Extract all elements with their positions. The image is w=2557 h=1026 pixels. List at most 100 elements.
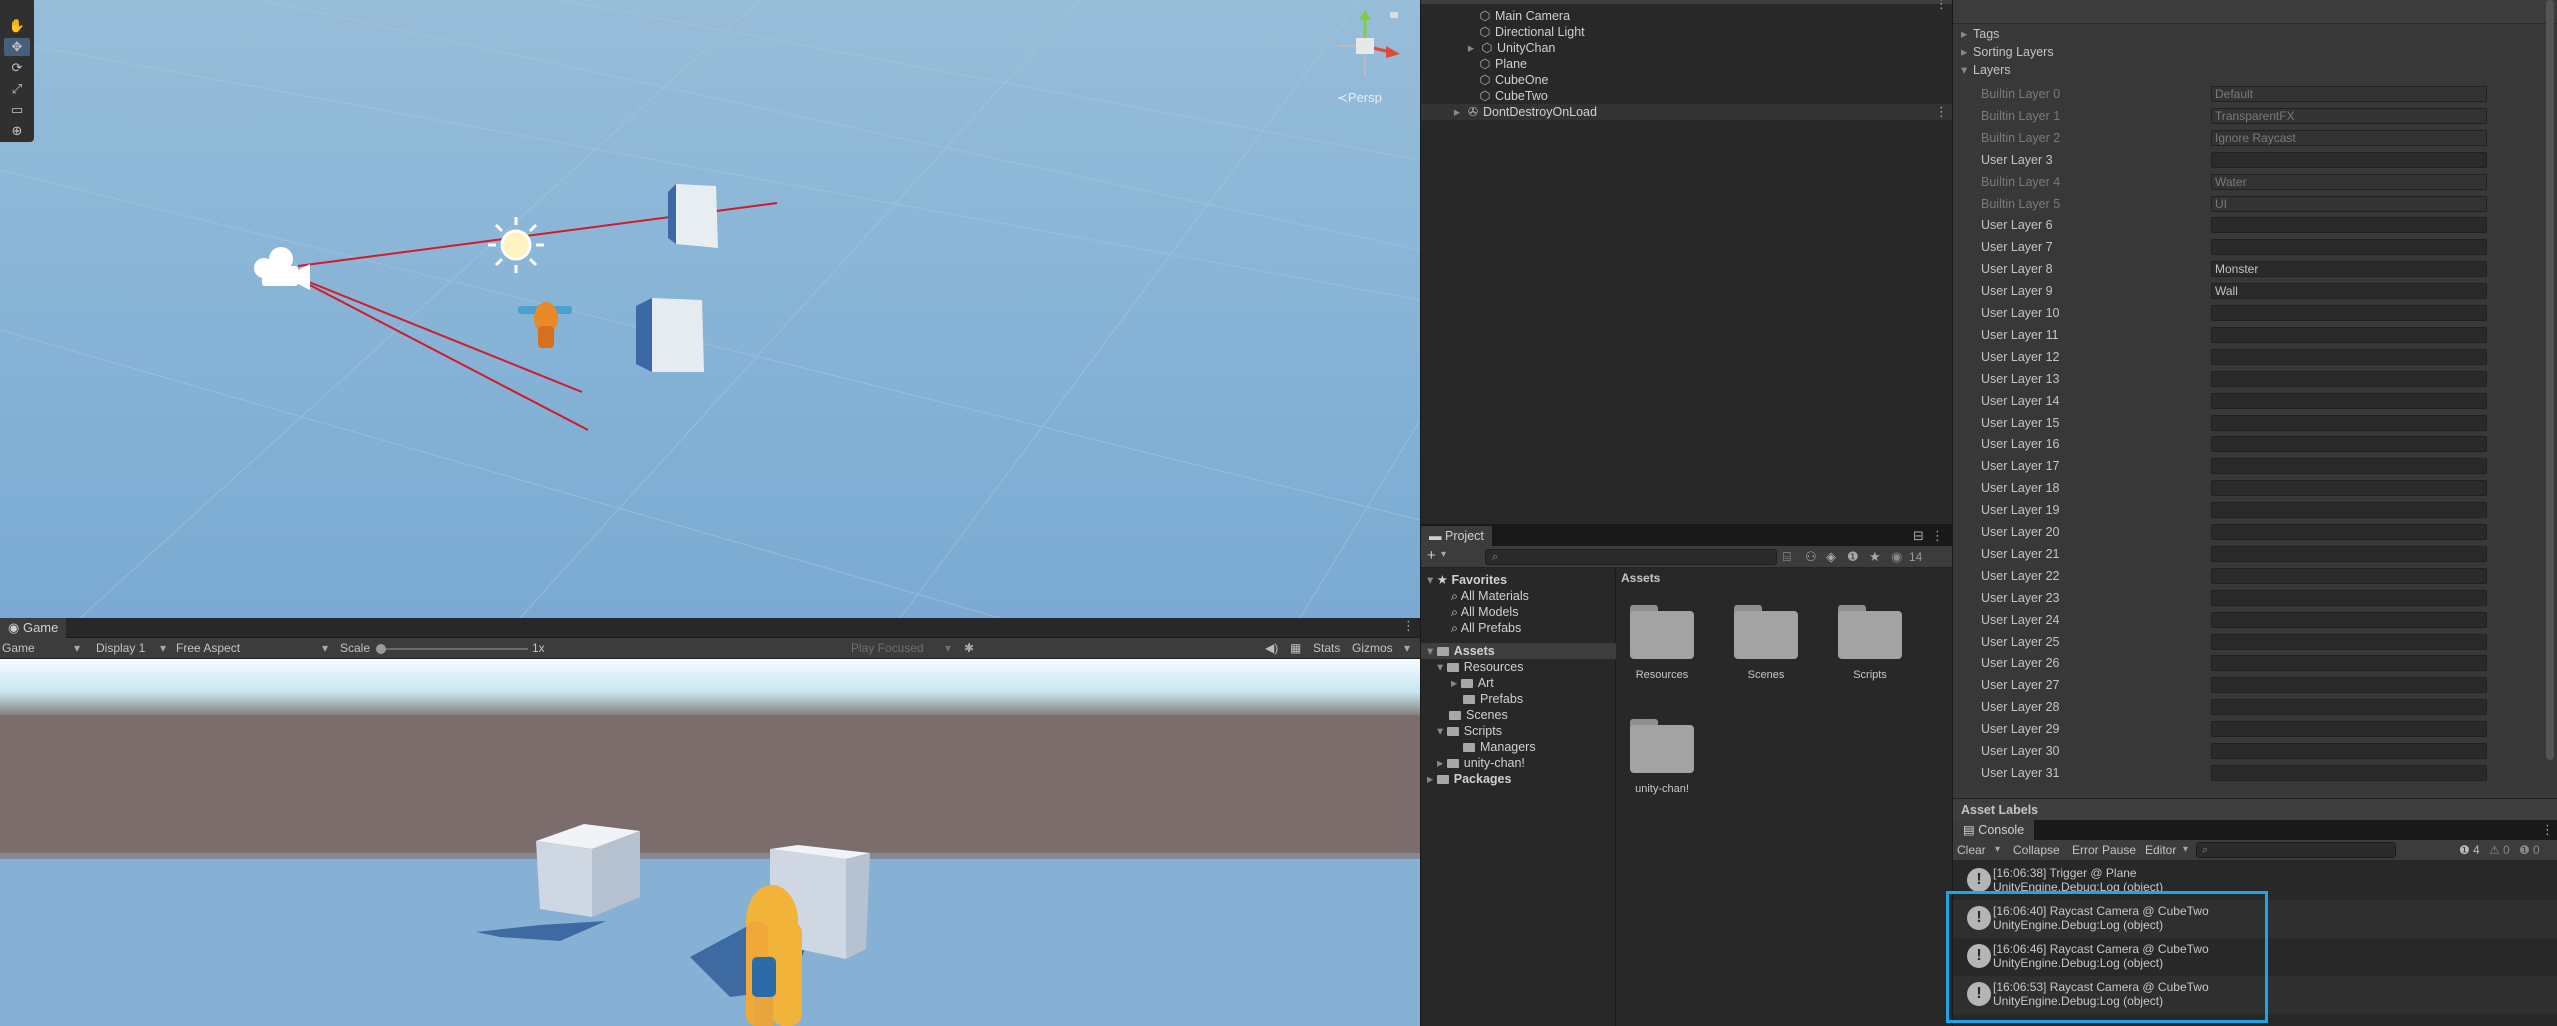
favorite-item[interactable]: ⌕ All Materials [1421,588,1616,604]
bug-icon[interactable]: ✱ [964,638,974,659]
keyboard-icon[interactable]: ▦ [1290,638,1301,659]
folder-item[interactable]: Managers [1421,739,1616,755]
layer-name-field[interactable] [2211,151,2487,168]
layer-name-field[interactable]: Wall [2211,283,2487,300]
layer-name-field[interactable] [2211,524,2487,540]
cube-two-object[interactable] [636,298,704,372]
favorite-item[interactable]: ⌕ All Prefabs [1421,620,1616,636]
more-menu-icon[interactable]: ⋮ [1402,618,1415,634]
asset-folder[interactable]: unity-chan! [1617,719,1707,795]
rect-tool-icon[interactable]: ▭ [4,101,30,119]
asset-folder[interactable]: Scripts [1825,605,1915,681]
hierarchy-item[interactable]: ⬡ Main Camera [1421,8,1952,24]
layer-name-field[interactable] [2211,305,2487,321]
layer-name-field[interactable] [2211,633,2487,650]
hierarchy-item[interactable]: ⬡ Plane [1421,56,1952,72]
hidden-packages-icon[interactable]: ◉ [1891,549,1902,565]
ddol-more-icon[interactable]: ⋮ [1935,104,1948,120]
more-menu-icon[interactable]: ⋮ [2541,822,2554,838]
tab-game[interactable]: ◉ Game [0,618,67,638]
error-pause-button[interactable]: Error Pause [2072,840,2136,860]
editor-dropdown[interactable]: Editor [2145,840,2176,860]
camera-gizmo-icon[interactable] [254,247,310,290]
collapse-button[interactable]: Collapse [2013,840,2060,860]
folder-item[interactable]: Scenes [1421,707,1616,723]
search-by-label-icon[interactable]: ⚇ [1805,549,1817,565]
expand-arrow-icon[interactable]: ▸ [1465,40,1477,56]
hierarchy-item[interactable]: ⬡ CubeOne [1421,72,1952,88]
layer-name-field[interactable] [2211,699,2487,716]
favorites-header[interactable]: ▾ ★ Favorites [1421,572,1616,588]
search-by-type-icon[interactable]: ⌸ [1783,549,1791,565]
layer-name-field[interactable] [2211,392,2487,409]
folder-item[interactable]: ▸ Art [1421,675,1616,691]
layer-name-field[interactable] [2211,567,2487,584]
error-count-icon[interactable]: ❶ [2519,840,2530,860]
grid-breadcrumb[interactable]: Assets [1621,571,1660,585]
assets-header[interactable]: ▾ Assets [1421,643,1616,659]
inspector-scrollbar[interactable] [2546,0,2554,760]
layer-name-field[interactable] [2211,326,2487,343]
hierarchy-item[interactable]: ▸ ✇ DontDestroyOnLoad [1421,104,1952,120]
layer-name-field[interactable] [2211,348,2487,365]
scale-slider-handle[interactable] [376,644,386,654]
layer-name-field[interactable] [2211,436,2487,453]
layer-name-field[interactable] [2211,743,2487,759]
cube-one-object[interactable] [668,184,718,248]
hierarchy-item[interactable]: ⬡ Directional Light [1421,24,1952,40]
tab-console[interactable]: ▤ Console [1953,820,2035,840]
layer-name-field[interactable] [2211,589,2487,606]
rotate-tool-icon[interactable]: ⟳ [4,59,30,77]
asset-folder[interactable]: Scenes [1721,605,1811,681]
clear-button[interactable]: Clear [1957,840,1986,860]
stats-button[interactable]: Stats [1313,638,1340,659]
warning-count-icon[interactable]: ⚠ [2489,840,2500,860]
hierarchy-item[interactable]: ▸ ⬡ UnityChan [1421,40,1952,56]
scene-view[interactable]: ✋ ✥ ⟳ ⤢ ▭ ⊕ ≺Persp [0,0,1420,618]
log-count-icon[interactable]: ❶ [2459,840,2470,860]
scene-canvas[interactable] [0,0,1420,618]
packages-header[interactable]: ▸ Packages [1421,771,1616,787]
expand-arrow-icon[interactable]: ▸ [1451,104,1463,120]
layer-name-field[interactable] [2211,677,2487,694]
lock-icon[interactable]: ⊟ [1913,528,1924,544]
layer-name-field[interactable] [2211,721,2487,738]
tags-section[interactable]: ▸ Tags [1953,25,2557,43]
asset-labels-bar[interactable]: Asset Labels [1953,798,2557,820]
layer-name-field[interactable] [2211,764,2487,781]
layer-name-field[interactable]: Monster [2211,261,2487,278]
folder-item[interactable]: ▾ Scripts [1421,723,1616,739]
layers-section[interactable]: ▾ Layers [1953,61,2557,79]
layer-name-field[interactable] [2211,370,2487,387]
layer-name-field[interactable] [2211,414,2487,431]
persp-label[interactable]: ≺Persp [1337,90,1382,106]
search-input[interactable]: ⌕ [1485,549,1777,565]
layer-name-field[interactable] [2211,502,2487,519]
game-view[interactable] [0,659,1420,1026]
folder-item[interactable]: ▾ Resources [1421,659,1616,675]
layer-name-field[interactable] [2211,480,2487,497]
more-menu-icon[interactable]: ⋮ [1931,528,1944,544]
asset-folder[interactable]: Resources [1617,605,1707,681]
log-filter-icon[interactable]: ❶ [1847,549,1859,565]
folder-item[interactable]: ▸ unity-chan! [1421,755,1616,771]
sorting-layers-section[interactable]: ▸ Sorting Layers [1953,43,2557,61]
tag-icon[interactable]: ◈ [1826,549,1836,565]
layer-name-field[interactable] [2211,545,2487,562]
directional-light-icon[interactable] [488,217,544,273]
layer-name-field[interactable] [2211,217,2487,234]
layer-name-field[interactable] [2211,611,2487,628]
aspect-dropdown[interactable]: Free Aspect [176,638,240,659]
transform-tool-icon[interactable]: ⊕ [4,122,30,140]
unitychan-object[interactable] [518,302,572,348]
play-focused-dropdown[interactable]: Play Focused [851,638,924,659]
orientation-gizmo[interactable] [1320,6,1410,86]
scene-header-row[interactable] [1421,0,1952,4]
hierarchy-item[interactable]: ⬡ CubeTwo [1421,88,1952,104]
folder-item[interactable]: Prefabs [1421,691,1616,707]
hand-tool-icon[interactable]: ✋ [4,17,30,35]
scale-slider[interactable] [378,648,528,650]
mute-audio-icon[interactable]: ◀) [1265,638,1278,659]
gizmos-button[interactable]: Gizmos [1352,638,1393,659]
tab-project[interactable]: ▬ Project [1421,526,1492,546]
